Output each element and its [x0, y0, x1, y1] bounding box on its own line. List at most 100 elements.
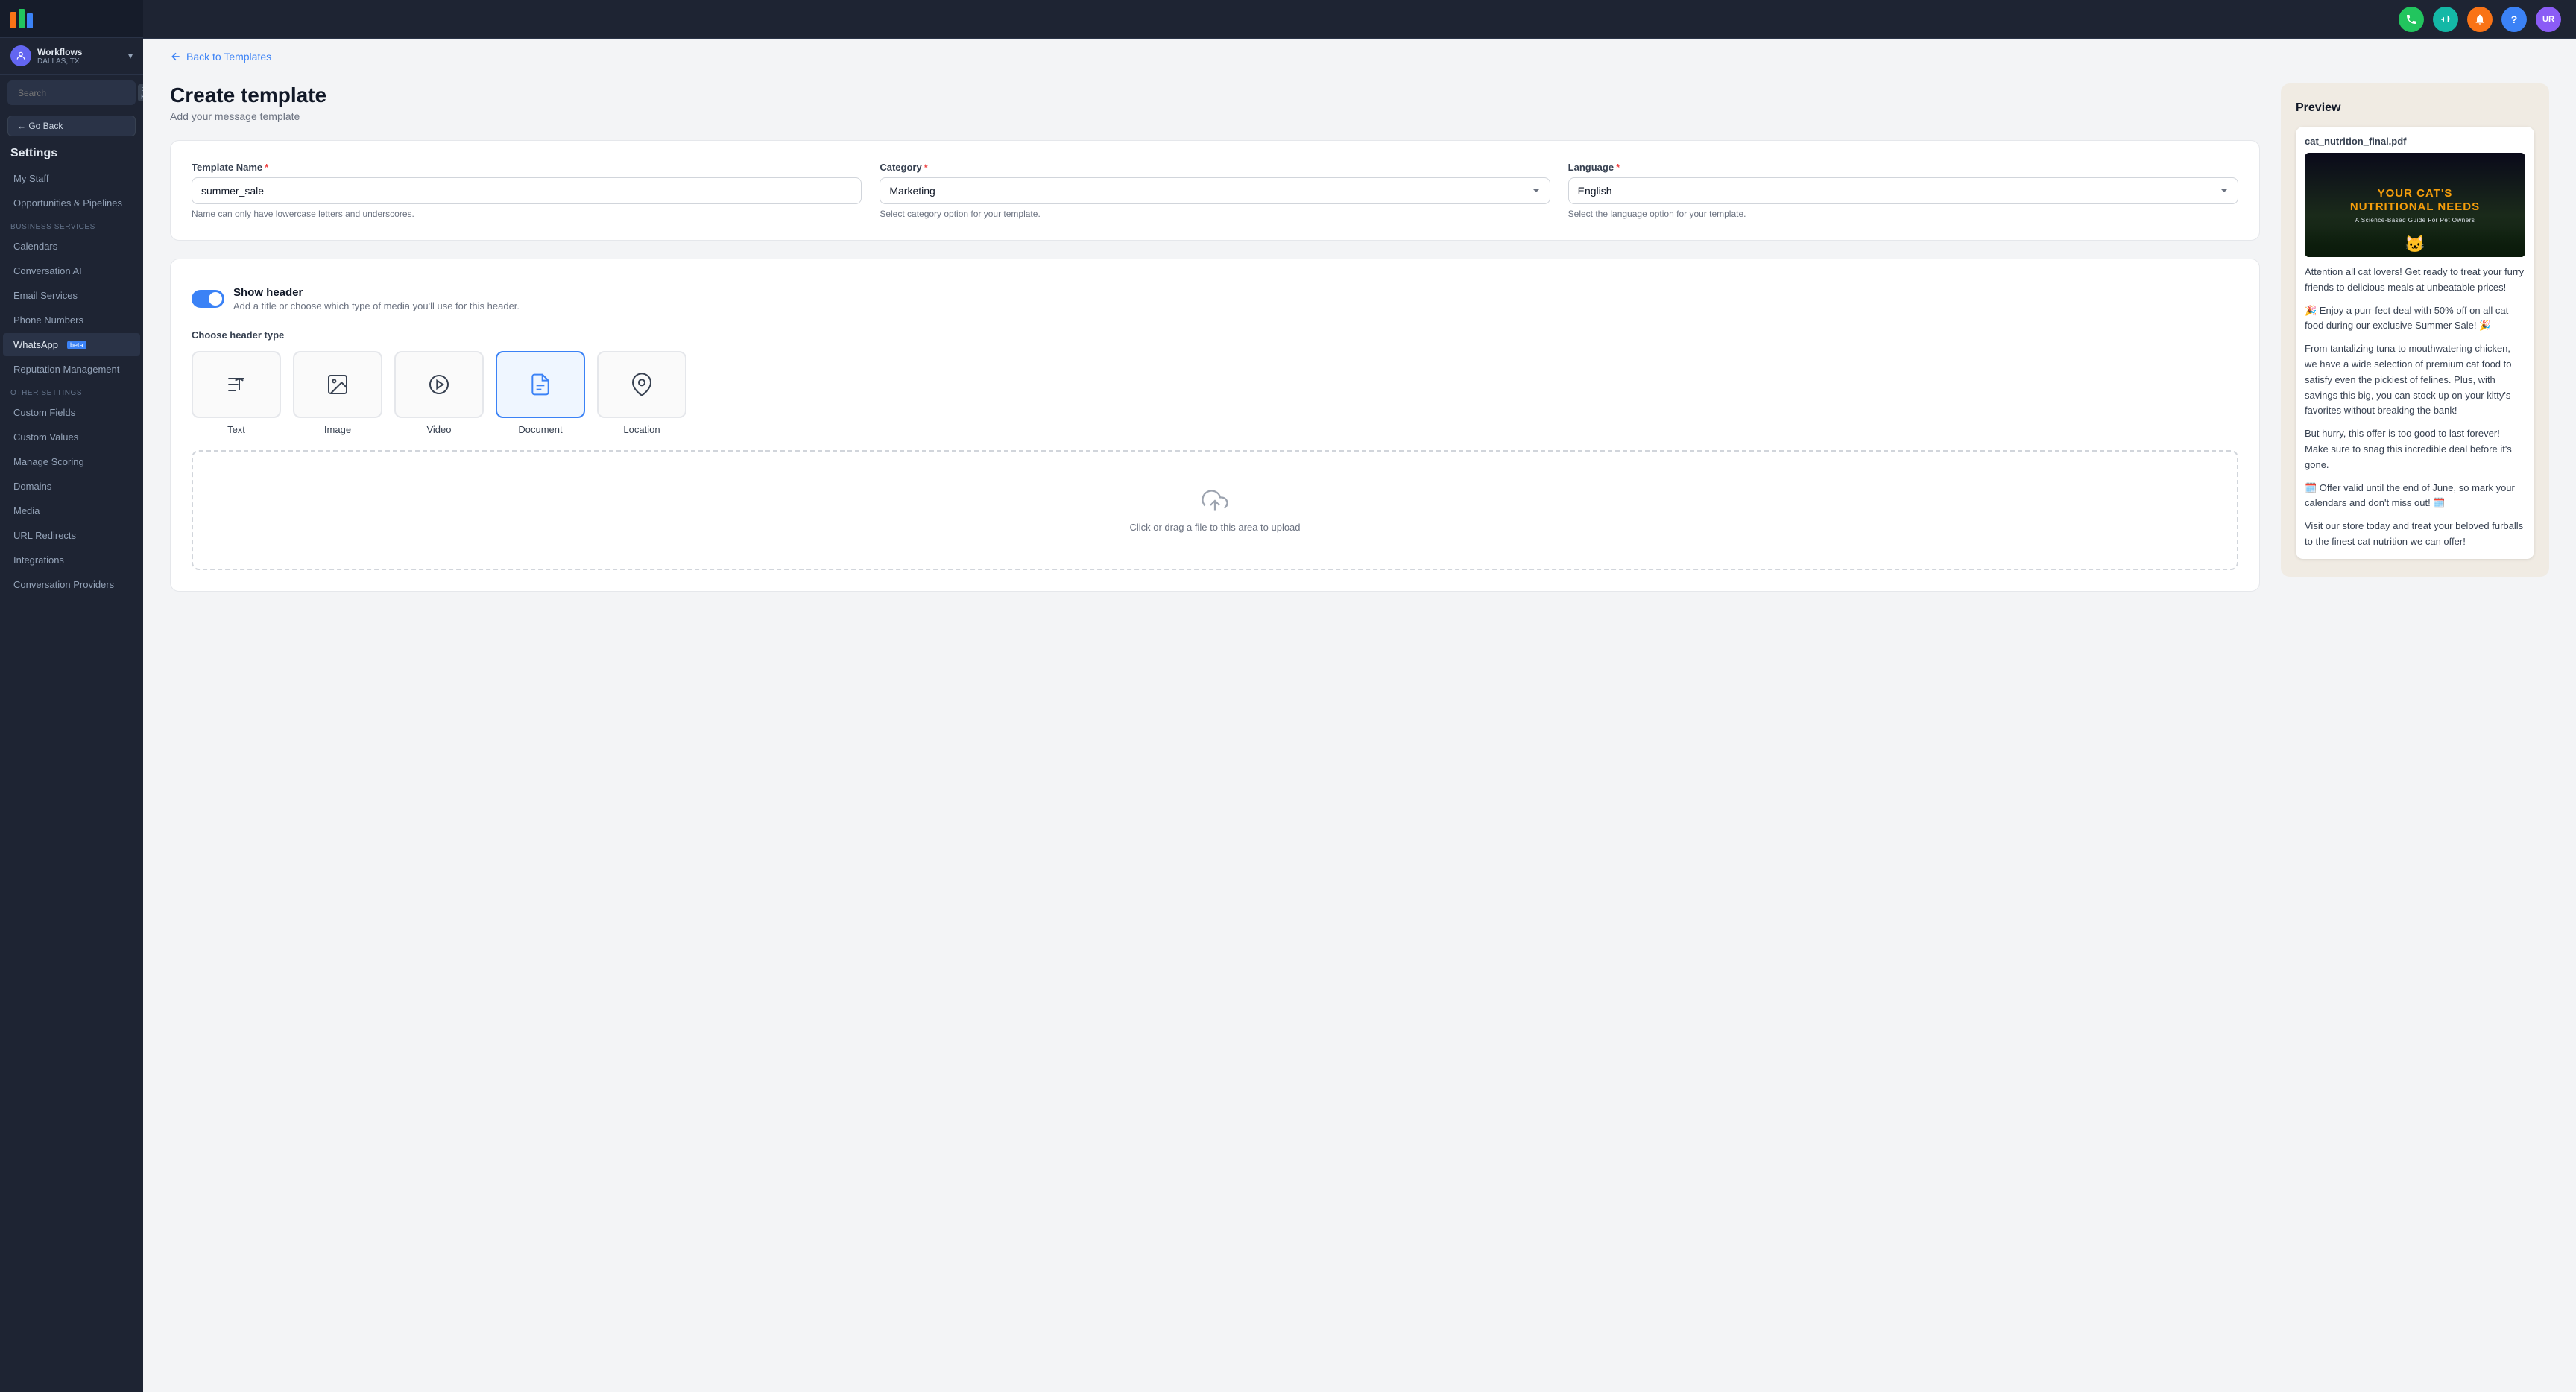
sidebar-item-whatsapp[interactable]: WhatsApp beta — [3, 333, 140, 356]
sidebar-item-label: Domains — [13, 481, 51, 492]
form-row-top: Template Name * Name can only have lower… — [192, 162, 2238, 219]
upload-area[interactable]: Click or drag a file to this area to upl… — [192, 450, 2238, 570]
workspace-sub: DALLAS, TX — [37, 57, 122, 66]
sidebar-item-domains[interactable]: Domains — [3, 475, 140, 498]
sidebar-item-label: Manage Scoring — [13, 456, 84, 467]
header-type-text-icon[interactable] — [192, 351, 281, 418]
sidebar-item-manage-scoring[interactable]: Manage Scoring — [3, 450, 140, 473]
sidebar-item-label: WhatsApp — [13, 339, 58, 350]
header-type-image-btn[interactable]: Image — [293, 351, 382, 435]
toggle-label-text: Show header — [233, 286, 520, 299]
header-type-image-label: Image — [324, 424, 351, 435]
topbar: ? UR — [143, 0, 2576, 39]
search-shortcut-badge: ⌘ K — [138, 84, 143, 101]
template-name-group: Template Name * Name can only have lower… — [192, 162, 862, 219]
header-types-row: Text Image — [192, 351, 2238, 435]
header-type-document-icon[interactable] — [496, 351, 585, 418]
header-type-video-icon[interactable] — [394, 351, 484, 418]
header-type-location-btn[interactable]: Location — [597, 351, 686, 435]
beta-badge: beta — [67, 341, 86, 349]
toggle-hint-text: Add a title or choose which type of medi… — [233, 300, 520, 311]
section-label-other: OTHER SETTINGS — [0, 382, 143, 400]
sidebar-item-label: Email Services — [13, 290, 78, 301]
header-type-document-btn[interactable]: Document — [496, 351, 585, 435]
sidebar-item-label: Media — [13, 505, 40, 516]
bell-icon-button[interactable] — [2467, 7, 2493, 32]
workspace-info: Workflows DALLAS, TX — [37, 47, 122, 66]
header-card: Show header Add a title or choose which … — [170, 259, 2260, 592]
header-type-location-label: Location — [623, 424, 660, 435]
help-icon-button[interactable]: ? — [2501, 7, 2527, 32]
show-header-toggle[interactable] — [192, 290, 224, 308]
sidebar-item-label: Integrations — [13, 554, 64, 566]
preview-img-subtitle: A Science-Based Guide For Pet Owners — [2350, 217, 2480, 224]
workspace-selector[interactable]: Workflows DALLAS, TX ▾ — [0, 38, 143, 75]
sidebar-item-conversation-providers[interactable]: Conversation Providers — [3, 573, 140, 596]
sidebar-item-label: URL Redirects — [13, 530, 76, 541]
sidebar-item-media[interactable]: Media — [3, 499, 140, 522]
back-link-text: Back to Templates — [186, 51, 271, 63]
sidebar-item-url-redirects[interactable]: URL Redirects — [3, 524, 140, 547]
workspace-chevron: ▾ — [128, 51, 133, 61]
logo-arrow-blue — [27, 13, 33, 28]
sidebar-item-label: Conversation Providers — [13, 579, 114, 590]
preview-panel: Preview cat_nutrition_final.pdf YOUR CAT… — [2281, 83, 2549, 577]
search-bar[interactable]: ⌘ K + — [7, 80, 136, 105]
template-name-input[interactable] — [192, 177, 862, 204]
preview-msg-1: Attention all cat lovers! Get ready to t… — [2305, 265, 2525, 296]
preview-msg-2: 🎉 Enjoy a purr-fect deal with 50% off on… — [2305, 303, 2525, 335]
header-type-location-icon[interactable] — [597, 351, 686, 418]
video-icon — [427, 373, 451, 396]
choose-header-label: Choose header type — [192, 329, 2238, 341]
template-name-hint: Name can only have lowercase letters and… — [192, 209, 862, 219]
sidebar-item-email-services[interactable]: Email Services — [3, 284, 140, 307]
sidebar-item-conversation-ai[interactable]: Conversation AI — [3, 259, 140, 282]
language-select[interactable]: English Spanish French German Portuguese — [1568, 177, 2238, 204]
sidebar-header — [0, 0, 143, 38]
template-name-label: Template Name * — [192, 162, 862, 173]
header-type-video-btn[interactable]: Video — [394, 351, 484, 435]
sidebar-item-calendars[interactable]: Calendars — [3, 235, 140, 258]
page-subtitle: Add your message template — [170, 110, 2260, 122]
header-type-image-icon[interactable] — [293, 351, 382, 418]
sidebar-item-label: My Staff — [13, 173, 48, 184]
search-input[interactable] — [18, 88, 133, 98]
document-icon — [528, 373, 552, 396]
image-icon — [326, 373, 350, 396]
preview-img-title: YOUR CAT'SNUTRITIONAL NEEDS — [2350, 187, 2480, 214]
preview-msg-3: From tantalizing tuna to mouthwatering c… — [2305, 341, 2525, 419]
template-fields-card: Template Name * Name can only have lower… — [170, 140, 2260, 241]
content-area: Back to Templates Create template Add yo… — [143, 39, 2576, 1392]
workspace-avatar — [10, 45, 31, 66]
sidebar-item-integrations[interactable]: Integrations — [3, 548, 140, 572]
required-star: * — [265, 162, 268, 173]
form-panel: Create template Add your message templat… — [170, 83, 2260, 1371]
back-to-templates-link[interactable]: Back to Templates — [143, 39, 2576, 63]
sidebar-item-reputation[interactable]: Reputation Management — [3, 358, 140, 381]
header-type-text-btn[interactable]: Text — [192, 351, 281, 435]
header-type-document-label: Document — [518, 424, 562, 435]
sidebar-item-phone-numbers[interactable]: Phone Numbers — [3, 309, 140, 332]
sidebar-item-opportunities[interactable]: Opportunities & Pipelines — [3, 192, 140, 215]
sidebar-item-custom-values[interactable]: Custom Values — [3, 425, 140, 449]
preview-image: YOUR CAT'SNUTRITIONAL NEEDS A Science-Ba… — [2305, 153, 2525, 257]
sidebar-item-label: Calendars — [13, 241, 57, 252]
megaphone-icon-button[interactable] — [2433, 7, 2458, 32]
phone-icon-button[interactable] — [2399, 7, 2424, 32]
preview-msg-6: Visit our store today and treat your bel… — [2305, 519, 2525, 550]
preview-cat-overlay: 🐱 — [2305, 227, 2525, 257]
go-back-button[interactable]: ← Go Back — [7, 116, 136, 136]
sidebar-item-custom-fields[interactable]: Custom Fields — [3, 401, 140, 424]
category-select[interactable]: Marketing Utility Authentication — [880, 177, 1550, 204]
category-group: Category * Marketing Utility Authenticat… — [880, 162, 1550, 219]
help-label: ? — [2511, 13, 2518, 25]
header-type-video-label: Video — [426, 424, 451, 435]
preview-title: Preview — [2296, 101, 2534, 115]
user-avatar-button[interactable]: UR — [2536, 7, 2561, 32]
sidebar-item-label: Conversation AI — [13, 265, 82, 276]
preview-msg-5: 🗓️ Offer valid until the end of June, so… — [2305, 481, 2525, 512]
workspace-name: Workflows — [37, 47, 122, 57]
back-arrow-icon — [170, 51, 182, 63]
user-initials: UR — [2542, 15, 2554, 24]
sidebar-item-my-staff[interactable]: My Staff — [3, 167, 140, 190]
